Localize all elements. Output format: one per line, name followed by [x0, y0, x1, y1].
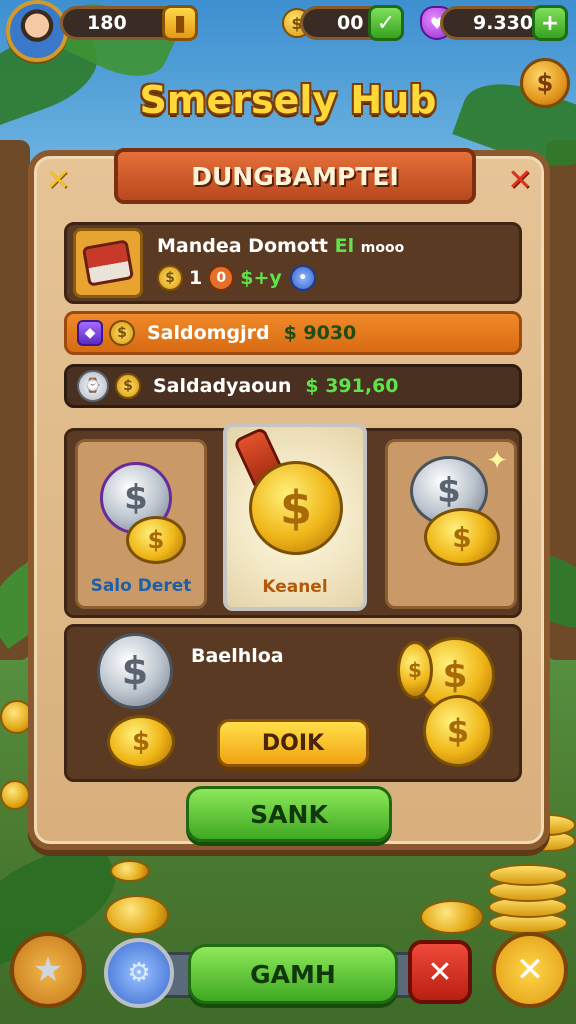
- reward-card-1[interactable]: $ $ Salo Deret: [75, 439, 207, 609]
- reward-box-label: Baelhloa: [191, 645, 284, 667]
- clock-coin-icon: ⌚: [77, 370, 109, 402]
- ground-coin: [420, 900, 484, 934]
- gems-value: 9.330: [473, 12, 534, 34]
- red-token-icon: 0: [208, 265, 235, 291]
- ground-coin: [0, 780, 30, 810]
- card-label: Keanel: [262, 577, 328, 597]
- check-icon[interactable]: ✓: [368, 5, 404, 41]
- gold-coin-icon: $: [423, 695, 493, 767]
- chest-info-title: Mandea Domott El mooo: [157, 235, 404, 257]
- chest-tag: mooo: [360, 240, 405, 256]
- balance-row-2[interactable]: ⌚ $ Saldadyaoun $ 391,60: [64, 364, 522, 408]
- gold-coin-icon: $: [126, 516, 186, 564]
- balance-value-2: $ 391,60: [305, 375, 399, 397]
- ground-coin: [110, 860, 150, 882]
- purple-gem-icon: ◆: [77, 320, 103, 346]
- reward-box: $ $ Baelhloa DOIK $ $ $: [64, 624, 522, 782]
- balance-label-2: Saldadyaoun: [153, 375, 292, 397]
- player-avatar[interactable]: [6, 0, 68, 62]
- reward-card-2[interactable]: $ Keanel: [223, 423, 367, 611]
- sank-button[interactable]: SANK: [186, 786, 392, 842]
- star-icon[interactable]: ★: [10, 932, 86, 1008]
- close-x-icon[interactable]: ✕: [500, 160, 540, 200]
- ground-coin: [105, 895, 169, 935]
- coin-stack: [488, 864, 568, 886]
- reward-cards: $ $ Salo Deret $ Keanel $ $ ✦: [64, 423, 522, 618]
- chest-info-row[interactable]: Mandea Domott El mooo $ 1 0 $+y •: [64, 222, 522, 304]
- chest-amount: 1: [189, 267, 203, 289]
- gold-coin-icon: $: [107, 715, 175, 769]
- silver-coin-icon: $: [97, 633, 173, 709]
- gold-coin-icon: $: [424, 508, 500, 566]
- balance-row-1[interactable]: ◆ $ Saldomgjrd $ 9030: [64, 311, 522, 355]
- close-x-icon[interactable]: ✕: [408, 940, 472, 1004]
- dungeon-panel: DUNGBAMPTEI ✕ ✕ Mandea Domott El mooo $ …: [28, 148, 550, 850]
- blue-gem-icon: •: [289, 265, 316, 291]
- coin-slot-icon[interactable]: ▮: [162, 5, 198, 41]
- panel-title: DUNGBAMPTEI: [191, 161, 399, 191]
- coins-value: 180: [87, 12, 127, 34]
- top-bar: 180 ▮ $ 00 ✓ ♥ 9.330 +: [0, 0, 576, 62]
- coin-icon: $: [109, 320, 135, 346]
- coin-shop-icon[interactable]: $: [520, 58, 570, 108]
- chest-stats: $ 1 0 $+y •: [157, 265, 404, 291]
- currency2-value: 00: [337, 12, 364, 34]
- chest-name: Mandea Domott: [157, 235, 329, 257]
- close-x-icon[interactable]: ✕: [38, 160, 78, 200]
- gold-coin-icon: $: [397, 641, 433, 699]
- cancel-x-icon[interactable]: ✕: [492, 932, 568, 1008]
- gamh-button[interactable]: GAMH: [188, 944, 398, 1004]
- page-title: Smersely Hub: [139, 78, 437, 122]
- reward-card-3[interactable]: $ $ ✦: [385, 439, 517, 609]
- shield-gear-icon[interactable]: ⚙: [104, 938, 174, 1008]
- coin-icon: $: [115, 373, 141, 399]
- balance-label-1: Saldomgjrd: [147, 322, 270, 344]
- coin-icon: $: [157, 265, 183, 291]
- doik-button[interactable]: DOIK: [217, 719, 369, 767]
- panel-banner: DUNGBAMPTEI: [114, 148, 476, 204]
- chest-info: Mandea Domott El mooo $ 1 0 $+y •: [157, 235, 404, 291]
- balance-value-1: $ 9030: [283, 322, 357, 344]
- card-label: Salo Deret: [90, 576, 192, 596]
- chest-icon: [73, 228, 143, 298]
- chest-badge: El: [334, 235, 355, 257]
- sparkle-icon: ✦: [486, 446, 508, 476]
- gold-coin-icon: $: [249, 461, 343, 555]
- plus-icon[interactable]: +: [532, 5, 568, 41]
- chest-stat: $+y: [240, 267, 282, 289]
